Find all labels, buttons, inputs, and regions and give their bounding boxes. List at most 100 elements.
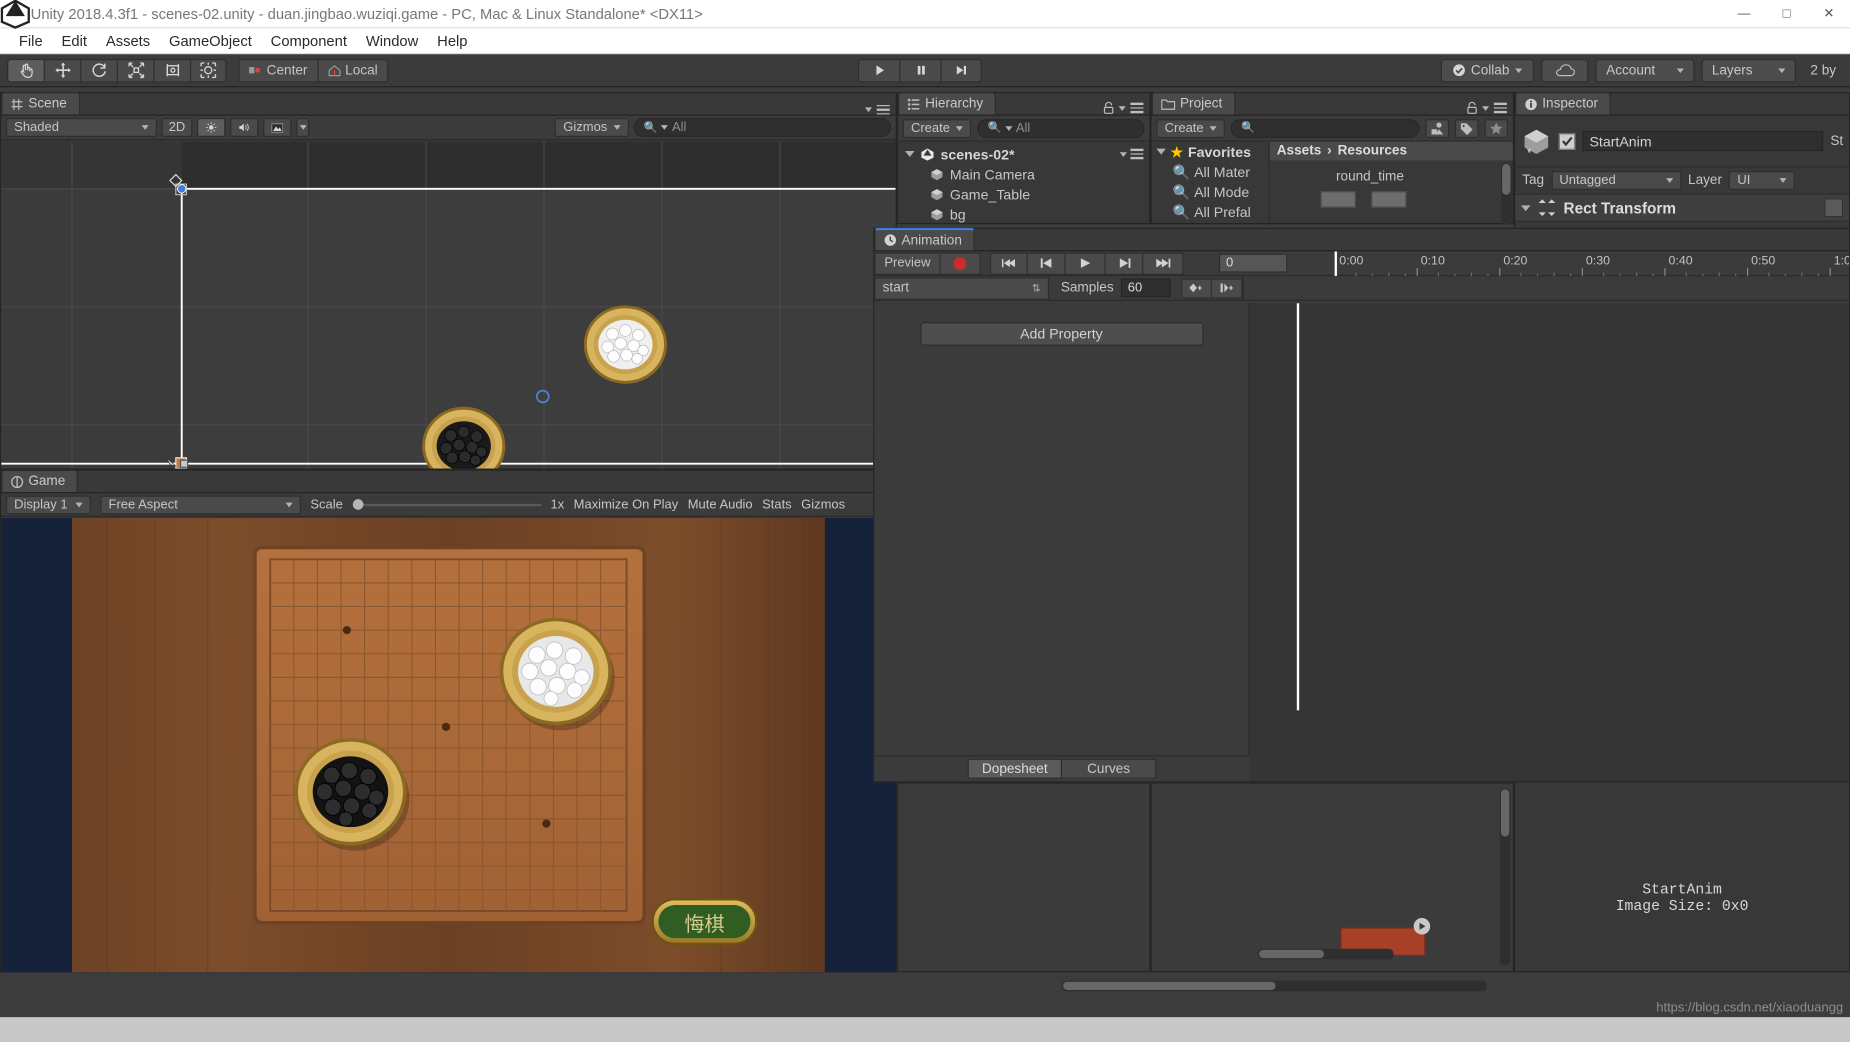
hierarchy-search-input[interactable]: 🔍 All <box>977 118 1145 138</box>
step-button[interactable] <box>940 58 983 83</box>
project-favorite-button[interactable] <box>1484 118 1509 138</box>
project-favorite-item[interactable]: 🔍 All Prefal <box>1152 202 1269 222</box>
dopesheet-tab[interactable]: Dopesheet <box>967 758 1062 779</box>
scene-fx-dropdown[interactable] <box>296 117 310 137</box>
stats-toggle[interactable]: Stats <box>762 497 792 511</box>
chevron-down-icon[interactable] <box>1119 151 1127 157</box>
project-asset-thumbnail[interactable] <box>1320 191 1356 208</box>
scene-search-input[interactable]: 🔍 All <box>633 117 891 137</box>
maximize-button[interactable]: □ <box>1765 0 1807 28</box>
preview-zoom-slider[interactable] <box>1257 948 1394 960</box>
draw-mode-dropdown[interactable]: Shaded <box>5 117 157 137</box>
prev-frame-button[interactable] <box>1027 251 1066 275</box>
collab-button[interactable]: Collab <box>1440 58 1535 83</box>
layer-dropdown[interactable]: UI <box>1729 171 1796 190</box>
play-button[interactable] <box>858 58 900 83</box>
hierarchy-scene-row[interactable]: scenes-02* <box>898 144 1149 164</box>
game-gizmos-dropdown[interactable]: Gizmos <box>801 497 845 511</box>
tab-inspector[interactable]: Inspector <box>1515 92 1612 115</box>
project-filter-label-button[interactable] <box>1454 118 1479 138</box>
game-undo-button[interactable]: 悔棋 <box>651 897 758 946</box>
scale-slider-handle[interactable] <box>352 499 363 510</box>
current-frame-input[interactable]: 0 <box>1218 253 1288 273</box>
record-button[interactable] <box>940 251 981 275</box>
tag-dropdown[interactable]: Untagged <box>1551 171 1681 190</box>
scene-menu-icon[interactable] <box>876 104 890 115</box>
chevron-down-icon[interactable] <box>864 107 873 112</box>
toggle-2d-button[interactable]: 2D <box>161 117 193 137</box>
animation-hscrollbar[interactable] <box>1062 980 1487 992</box>
menu-file[interactable]: File <box>9 30 52 51</box>
project-asset-thumbnail[interactable] <box>1371 191 1407 208</box>
menu-edit[interactable]: Edit <box>52 30 96 51</box>
scene-audio-button[interactable] <box>230 117 259 137</box>
display-dropdown[interactable]: Display 1 <box>5 495 91 514</box>
object-active-checkbox[interactable] <box>1558 132 1576 150</box>
clip-dropdown[interactable]: start ⇅ <box>874 276 1050 300</box>
first-frame-button[interactable] <box>990 251 1028 275</box>
preview-scrollbar[interactable] <box>1499 788 1511 966</box>
pivot-rotation-button[interactable]: Local <box>316 58 389 83</box>
menu-window[interactable]: Window <box>356 30 427 51</box>
dope-playhead[interactable] <box>1296 303 1299 711</box>
preview-toggle-button[interactable]: Preview <box>874 251 941 275</box>
tab-scene[interactable]: Scene <box>1 92 80 115</box>
move-tool-button[interactable] <box>43 58 81 83</box>
menu-assets[interactable]: Assets <box>96 30 159 51</box>
tab-game[interactable]: Game <box>1 469 79 493</box>
component-settings-icon[interactable] <box>1824 198 1844 218</box>
aspect-dropdown[interactable]: Free Aspect <box>100 495 301 514</box>
breadcrumb-resources[interactable]: Resources <box>1338 144 1407 158</box>
project-filter-type-button[interactable] <box>1425 118 1450 138</box>
pause-button[interactable] <box>899 58 941 83</box>
scene-viewport[interactable]: 悔棋 <box>1 141 896 469</box>
tab-project[interactable]: Project <box>1151 92 1236 115</box>
close-button[interactable]: ✕ <box>1808 0 1850 28</box>
menu-component[interactable]: Component <box>261 30 356 51</box>
chevron-down-icon[interactable] <box>1482 105 1490 111</box>
chevron-down-icon[interactable] <box>1118 105 1126 111</box>
transform-tool-button[interactable] <box>189 58 227 83</box>
animation-play-button[interactable] <box>1065 251 1106 275</box>
minimize-button[interactable]: — <box>1723 0 1765 28</box>
mute-audio-toggle[interactable]: Mute Audio <box>688 497 753 511</box>
menu-help[interactable]: Help <box>428 30 477 51</box>
project-menu-icon[interactable] <box>1493 102 1507 113</box>
account-button[interactable]: Account <box>1595 58 1695 83</box>
tab-animation[interactable]: Animation <box>874 227 975 251</box>
rect-transform-component-header[interactable]: Rect Transform <box>1515 193 1850 222</box>
gizmos-dropdown[interactable]: Gizmos <box>555 117 629 137</box>
project-favorite-item[interactable]: 🔍 All Mater <box>1152 162 1269 182</box>
animation-timeline-ruler[interactable]: 0:00 0:10 0:20 0:30 0:40 0:50 1:00 <box>1334 250 1849 276</box>
breadcrumb-assets[interactable]: Assets <box>1277 144 1322 158</box>
add-event-button[interactable] <box>1211 277 1243 298</box>
hierarchy-create-button[interactable]: Create <box>902 118 972 138</box>
rect-tool-button[interactable] <box>153 58 190 83</box>
project-asset-name[interactable]: round_time <box>1305 170 1435 184</box>
scale-tool-button[interactable] <box>116 58 154 83</box>
add-keyframe-button[interactable] <box>1180 277 1212 298</box>
expand-triangle-icon[interactable] <box>1521 204 1531 211</box>
project-favorite-item[interactable]: 🔍 All Mode <box>1152 182 1269 202</box>
project-favorites-row[interactable]: ★ Favorites <box>1152 142 1269 162</box>
scene-fx-button[interactable] <box>263 117 292 137</box>
scene-lighting-button[interactable] <box>197 117 226 137</box>
object-name-input[interactable]: StartAnim <box>1582 130 1824 152</box>
animation-dope-area[interactable] <box>1249 303 1850 782</box>
preview-play-button[interactable] <box>1413 918 1431 935</box>
project-scrollbar[interactable] <box>1500 162 1512 225</box>
curves-tab[interactable]: Curves <box>1062 758 1157 779</box>
add-property-button[interactable]: Add Property <box>919 322 1204 346</box>
cloud-button[interactable] <box>1541 58 1589 83</box>
project-search-input[interactable]: 🔍 <box>1230 118 1420 138</box>
tab-hierarchy[interactable]: Hierarchy <box>897 92 997 115</box>
hierarchy-item-bg[interactable]: bg <box>898 204 1149 224</box>
scale-slider[interactable] <box>352 497 542 511</box>
samples-input[interactable]: 60 <box>1120 278 1171 298</box>
hand-tool-button[interactable] <box>7 58 44 83</box>
next-frame-button[interactable] <box>1105 251 1144 275</box>
expand-triangle-icon[interactable] <box>905 151 915 157</box>
expand-triangle-icon[interactable] <box>1156 148 1166 155</box>
last-frame-button[interactable] <box>1143 251 1184 275</box>
layers-button[interactable]: Layers <box>1701 58 1797 83</box>
